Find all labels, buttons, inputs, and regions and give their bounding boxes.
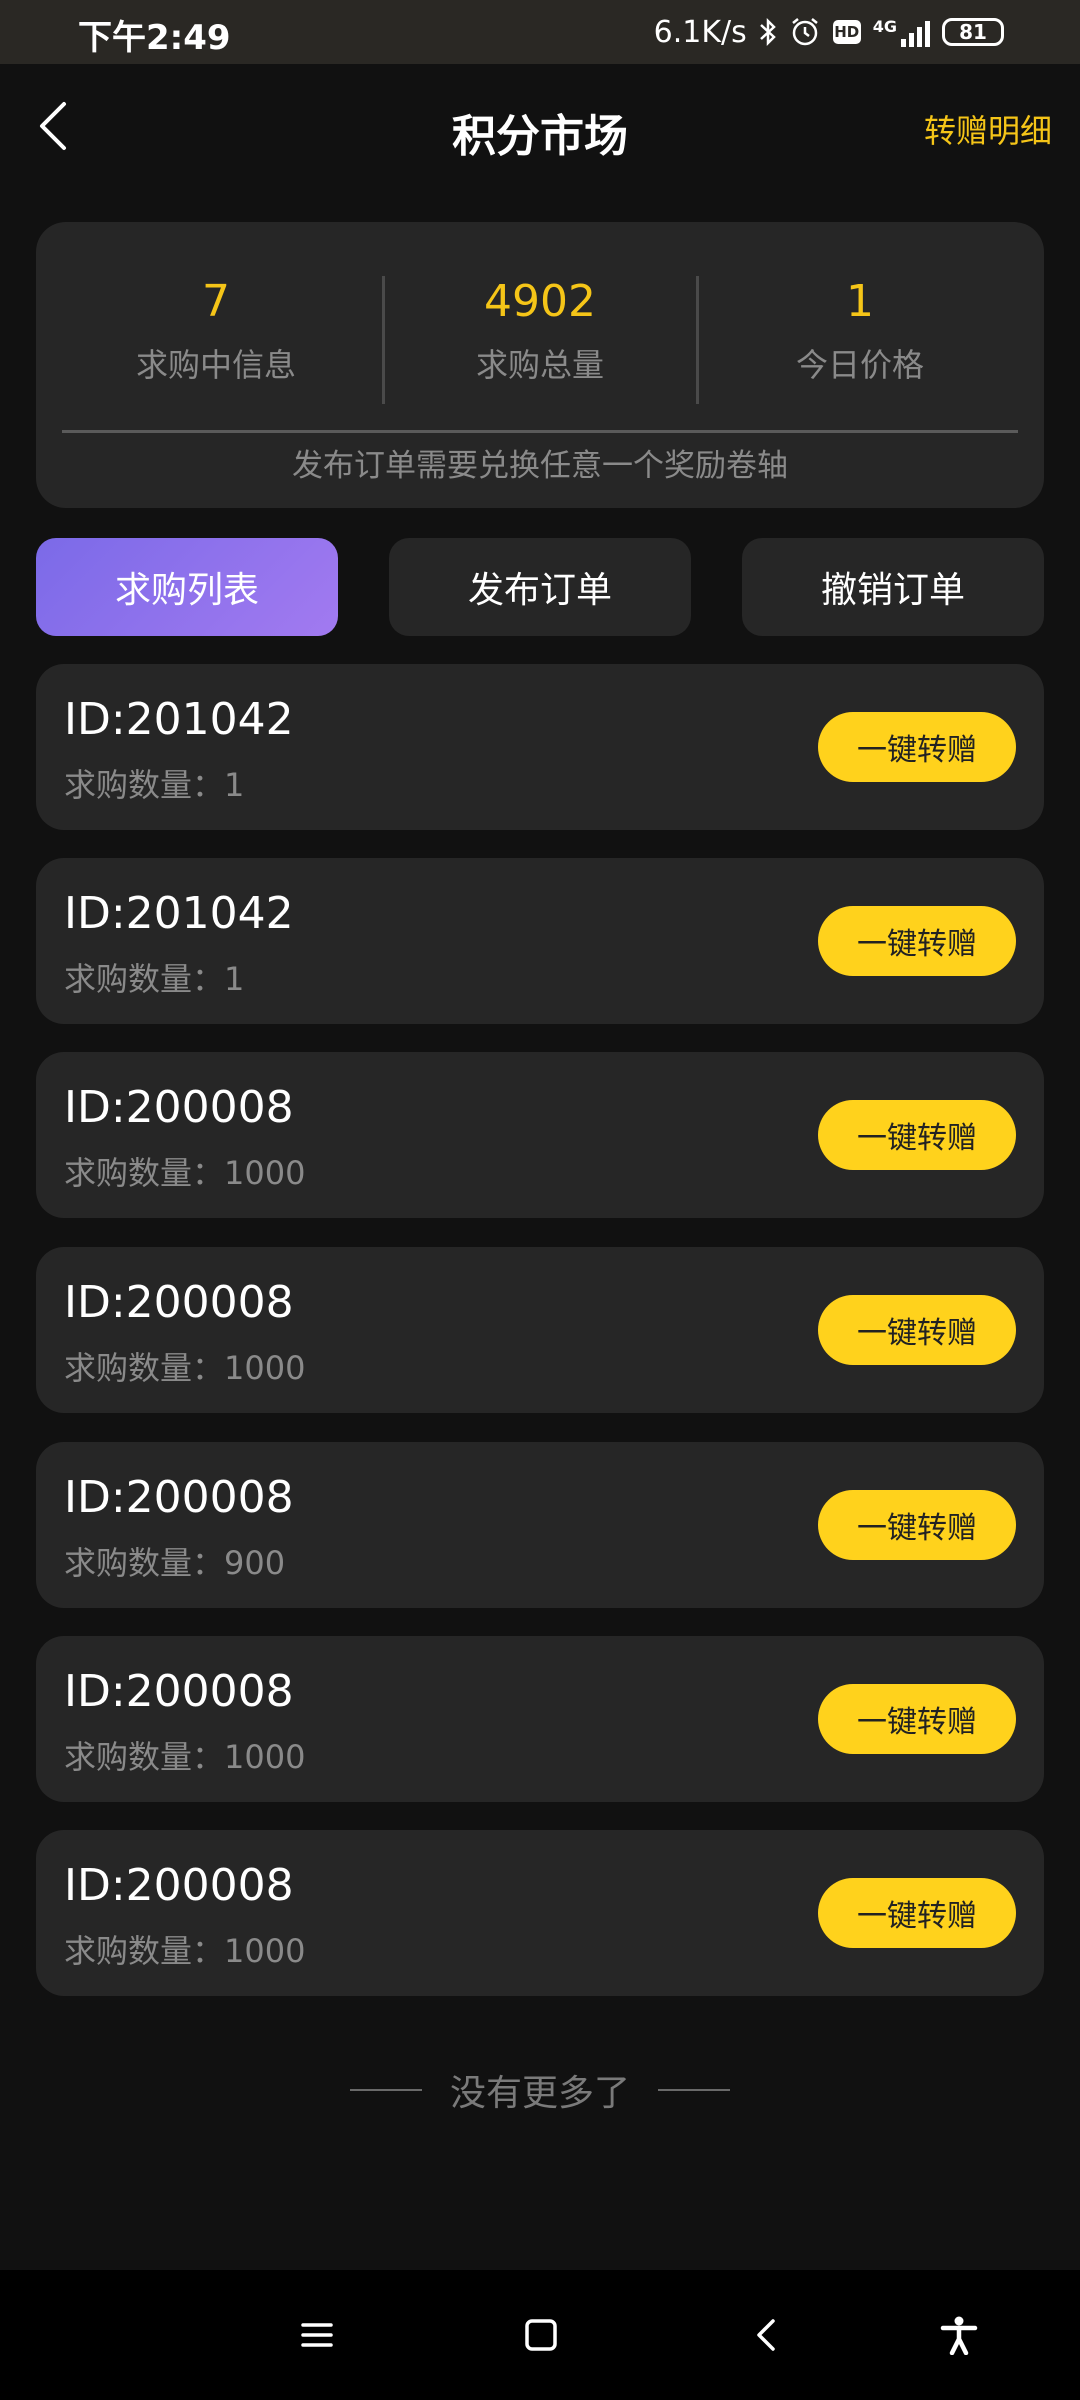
transfer-details-link[interactable]: 转赠明细 (924, 106, 1052, 152)
nav-bar: 积分市场 转赠明细 (0, 64, 1080, 192)
list-item: ID:200008 求购数量：1000 一键转赠 (36, 1830, 1044, 1996)
order-id: ID:200008 (64, 1277, 294, 1328)
tab-cancel-order[interactable]: 撤销订单 (742, 538, 1044, 636)
one-click-transfer-button[interactable]: 一键转赠 (818, 1684, 1016, 1754)
menu-icon (301, 2323, 333, 2347)
list-item: ID:200008 求购数量：1000 一键转赠 (36, 1052, 1044, 1218)
divider-line (658, 2089, 730, 2091)
stat-pending-requests: 7 求购中信息 (56, 274, 376, 386)
stats-card: 7 求购中信息 4902 求购总量 1 今日价格 发布订单需要兑换任意一个奖励卷… (36, 222, 1044, 508)
alarm-icon (789, 16, 821, 48)
stat-total-requests: 4902 求购总量 (380, 274, 700, 386)
stat-today-price: 1 今日价格 (700, 274, 1020, 386)
order-quantity: 求购数量：1000 (64, 1932, 306, 1970)
stat-label: 今日价格 (795, 346, 924, 384)
bluetooth-icon (759, 17, 777, 47)
one-click-transfer-button[interactable]: 一键转赠 (818, 712, 1016, 782)
stat-value: 7 (202, 276, 230, 327)
one-click-transfer-button[interactable]: 一键转赠 (818, 1295, 1016, 1365)
end-of-list-text: 没有更多了 (449, 2073, 630, 2114)
status-bar: 下午2:49 6.1K/s HD 4G 81 (0, 0, 1080, 64)
hd-badge: HD (832, 20, 861, 44)
accessibility-button[interactable] (924, 2300, 994, 2370)
order-id: ID:201042 (64, 888, 294, 939)
battery-icon: 81 (942, 18, 1004, 46)
page-title: 积分市场 (452, 111, 628, 162)
divider-line (349, 2089, 422, 2091)
stat-divider (696, 276, 699, 404)
stats-divider (62, 430, 1018, 433)
end-of-list: 没有更多了 (0, 2060, 1080, 2120)
accessibility-icon (940, 2316, 978, 2355)
home-button[interactable] (506, 2300, 576, 2370)
signal-icon: 4G (873, 17, 930, 47)
order-id: ID:200008 (64, 1082, 294, 1133)
order-id: ID:200008 (64, 1666, 294, 1717)
order-id: ID:200008 (64, 1860, 294, 1911)
home-square-icon (525, 2319, 557, 2351)
one-click-transfer-button[interactable]: 一键转赠 (818, 906, 1016, 976)
order-id: ID:201042 (64, 694, 294, 745)
list-item: ID:200008 求购数量：1000 一键转赠 (36, 1247, 1044, 1413)
tab-bar: 求购列表 发布订单 撤销订单 (36, 538, 1044, 636)
stats-note: 发布订单需要兑换任意一个奖励卷轴 (292, 448, 788, 484)
status-icons: 6.1K/s HD 4G 81 (654, 10, 1004, 54)
one-click-transfer-button[interactable]: 一键转赠 (818, 1490, 1016, 1560)
stat-value: 4902 (484, 276, 596, 327)
order-quantity: 求购数量：1 (64, 766, 245, 804)
list-item: ID:201042 求购数量：1 一键转赠 (36, 858, 1044, 1024)
order-id: ID:200008 (64, 1472, 294, 1523)
network-type: 4G (872, 17, 897, 36)
stat-label: 求购总量 (475, 346, 604, 384)
one-click-transfer-button[interactable]: 一键转赠 (818, 1100, 1016, 1170)
menu-button[interactable] (282, 2300, 352, 2370)
status-time: 下午2:49 (78, 18, 231, 58)
list-item: ID:201042 求购数量：1 一键转赠 (36, 664, 1044, 830)
order-quantity: 求购数量：1000 (64, 1154, 306, 1192)
battery-level: 81 (959, 20, 987, 44)
order-quantity: 求购数量：900 (64, 1544, 286, 1582)
stat-label: 求购中信息 (135, 346, 296, 384)
system-nav-bar (0, 2270, 1080, 2400)
order-quantity: 求购数量：1000 (64, 1349, 306, 1387)
back-chevron-icon (757, 2319, 775, 2351)
net-speed: 6.1K/s (653, 14, 747, 50)
order-quantity: 求购数量：1000 (64, 1738, 306, 1776)
order-quantity: 求购数量：1 (64, 960, 245, 998)
system-back-button[interactable] (732, 2300, 802, 2370)
list-item: ID:200008 求购数量：900 一键转赠 (36, 1442, 1044, 1608)
tab-publish-order[interactable]: 发布订单 (389, 538, 691, 636)
one-click-transfer-button[interactable]: 一键转赠 (818, 1878, 1016, 1948)
stat-value: 1 (846, 276, 874, 327)
tab-request-list[interactable]: 求购列表 (36, 538, 338, 636)
list-item: ID:200008 求购数量：1000 一键转赠 (36, 1636, 1044, 1802)
